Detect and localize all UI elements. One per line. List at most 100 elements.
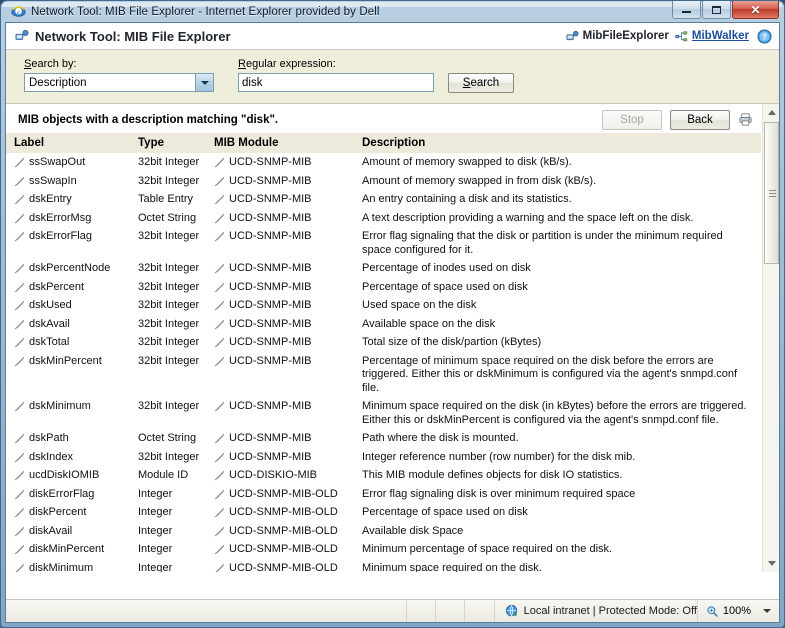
scroll-up-button[interactable]	[763, 104, 779, 121]
printer-icon[interactable]	[738, 112, 753, 127]
mib-object-label[interactable]: diskMinPercent	[29, 543, 104, 557]
mib-module-name[interactable]: UCD-SNMP-MIB	[229, 156, 312, 170]
table-row[interactable]: dskAvail32bit IntegerUCD-SNMP-MIBAvailab…	[6, 315, 761, 334]
results-vertical-scrollbar[interactable]	[762, 104, 779, 572]
mib-module-name[interactable]: UCD-SNMP-MIB	[229, 175, 312, 189]
mib-object-description: Percentage of minimum space required on …	[362, 355, 737, 394]
table-row[interactable]: dskMinimum32bit IntegerUCD-SNMP-MIBMinim…	[6, 397, 761, 429]
mib-object-label[interactable]: ssSwapOut	[29, 156, 85, 170]
column-header-label[interactable]: Label	[6, 133, 130, 153]
mib-module-name[interactable]: UCD-SNMP-MIB	[229, 355, 312, 369]
cell-module: UCD-SNMP-MIB	[206, 352, 354, 398]
mib-object-label[interactable]: dskErrorMsg	[29, 212, 91, 226]
mibwalker-link-group[interactable]: MibWalker	[675, 30, 749, 43]
mib-object-label[interactable]: dskIndex	[29, 451, 73, 465]
mib-object-label[interactable]: dskAvail	[29, 318, 70, 332]
stop-button[interactable]: Stop	[602, 110, 662, 130]
table-row[interactable]: dskPathOctet StringUCD-SNMP-MIBPath wher…	[6, 429, 761, 448]
table-row[interactable]: diskAvailIntegerUCD-SNMP-MIB-OLDAvailabl…	[6, 522, 761, 541]
svg-text:?: ?	[762, 31, 767, 41]
mib-object-label[interactable]: dskMinPercent	[29, 355, 102, 369]
table-row[interactable]: dskMinPercent 32bit Integer UCD-SNMP-MIB Pe…	[6, 352, 761, 398]
chevron-down-icon[interactable]	[763, 609, 771, 613]
column-header-mib-module[interactable]: MIB Module	[206, 133, 354, 153]
mib-module-name[interactable]: UCD-SNMP-MIB	[229, 451, 312, 465]
mib-module-name[interactable]: UCD-SNMP-MIB	[229, 432, 312, 446]
mib-module-name[interactable]: UCD-SNMP-MIB-OLD	[229, 525, 338, 539]
table-row[interactable]: ucdDiskIOMIBModule IDUCD-DISKIO-MIBThis …	[6, 466, 761, 485]
mib-object-label[interactable]: dskPercent	[29, 281, 84, 295]
tag-icon	[214, 176, 225, 187]
mib-module-name[interactable]: UCD-SNMP-MIB-OLD	[229, 488, 338, 502]
cell-module: UCD-SNMP-MIB	[206, 153, 354, 172]
mib-module-name[interactable]: UCD-SNMP-MIB-OLD	[229, 562, 338, 573]
maximize-button[interactable]	[702, 1, 731, 19]
mib-module-name[interactable]: UCD-SNMP-MIB	[229, 193, 312, 207]
mib-object-type: 32bit Integer	[138, 355, 199, 367]
table-row[interactable]: diskPercentIntegerUCD-SNMP-MIB-OLDPercen…	[6, 503, 761, 522]
mib-object-label[interactable]: ucdDiskIOMIB	[29, 469, 99, 483]
mib-object-label[interactable]: dskMinimum	[29, 400, 91, 414]
mib-object-description: Minimum space required on the disk (in k…	[362, 400, 747, 426]
table-row[interactable]: dskPercent32bit IntegerUCD-SNMP-MIBPerce…	[6, 278, 761, 297]
table-row[interactable]: dskEntryTable EntryUCD-SNMP-MIBAn entry …	[6, 190, 761, 209]
mib-object-label[interactable]: dskEntry	[29, 193, 72, 207]
security-zone-indicator[interactable]: Local intranet | Protected Mode: Off	[495, 604, 697, 618]
table-row[interactable]: dskPercentNode32bit IntegerUCD-SNMP-MIBP…	[6, 259, 761, 278]
cell-label: ssSwapIn	[6, 172, 130, 191]
mib-object-label[interactable]: diskErrorFlag	[29, 488, 94, 502]
tag-icon	[214, 526, 225, 537]
mib-object-label[interactable]: dskErrorFlag	[29, 230, 92, 244]
mib-module-name[interactable]: UCD-SNMP-MIB	[229, 299, 312, 313]
status-segment	[436, 600, 465, 622]
minimize-button[interactable]	[672, 1, 701, 19]
table-row[interactable]: diskErrorFlagIntegerUCD-SNMP-MIB-OLDErro…	[6, 485, 761, 504]
mib-object-label[interactable]: dskPath	[29, 432, 69, 446]
mib-module-name[interactable]: UCD-SNMP-MIB	[229, 212, 312, 226]
zoom-control[interactable]: 100%	[697, 600, 779, 622]
column-header-description[interactable]: Description	[354, 133, 761, 153]
table-row[interactable]: diskMinimumIntegerUCD-SNMP-MIB-OLDMinimu…	[6, 559, 761, 573]
mib-object-label[interactable]: diskPercent	[29, 506, 86, 520]
column-header-type[interactable]: Type	[130, 133, 206, 153]
table-row[interactable]: dskErrorMsgOctet StringUCD-SNMP-MIBA tex…	[6, 209, 761, 228]
tag-icon	[14, 300, 25, 311]
table-row[interactable]: dskUsed32bit IntegerUCD-SNMP-MIBUsed spa…	[6, 296, 761, 315]
tag-icon	[214, 337, 225, 348]
mib-module-name[interactable]: UCD-SNMP-MIB	[229, 318, 312, 332]
table-row[interactable]: ssSwapIn32bit IntegerUCD-SNMP-MIBAmount …	[6, 172, 761, 191]
mib-object-label[interactable]: diskAvail	[29, 525, 72, 539]
mib-module-name[interactable]: UCD-SNMP-MIB	[229, 281, 312, 295]
mib-object-label[interactable]: dskTotal	[29, 336, 69, 350]
mib-module-name[interactable]: UCD-SNMP-MIB	[229, 262, 312, 276]
mib-module-name[interactable]: UCD-SNMP-MIB	[229, 336, 312, 350]
mib-module-name[interactable]: UCD-SNMP-MIB-OLD	[229, 506, 338, 520]
table-row[interactable]: dskTotal32bit IntegerUCD-SNMP-MIBTotal s…	[6, 333, 761, 352]
table-row[interactable]: dskIndex32bit IntegerUCD-SNMP-MIBInteger…	[6, 448, 761, 467]
back-button[interactable]: Back	[670, 110, 730, 130]
search-button[interactable]: Search	[448, 73, 514, 93]
mib-object-label[interactable]: dskPercentNode	[29, 262, 110, 276]
search-by-select[interactable]: Description	[24, 73, 214, 92]
chevron-down-icon[interactable]	[195, 74, 213, 91]
table-row[interactable]: diskMinPercentIntegerUCD-SNMP-MIB-OLDMin…	[6, 540, 761, 559]
browser-window: e Network Tool: MIB File Explorer - Inte…	[0, 0, 785, 628]
mib-object-label[interactable]: diskMinimum	[29, 562, 93, 573]
mib-module-name[interactable]: UCD-DISKIO-MIB	[229, 469, 317, 483]
mib-module-name[interactable]: UCD-SNMP-MIB	[229, 230, 312, 244]
mibwalker-link[interactable]: MibWalker	[692, 30, 749, 42]
close-button[interactable]: ✕	[732, 1, 779, 19]
mib-module-name[interactable]: UCD-SNMP-MIB-OLD	[229, 543, 338, 557]
mib-object-label[interactable]: dskUsed	[29, 299, 72, 313]
mib-module-name[interactable]: UCD-SNMP-MIB	[229, 400, 312, 414]
help-icon[interactable]: ?	[757, 29, 772, 44]
scrollbar-thumb[interactable]	[764, 122, 779, 264]
table-row[interactable]: dskErrorFlag32bit IntegerUCD-SNMP-MIBErr…	[6, 227, 761, 259]
cell-label: ucdDiskIOMIB	[6, 466, 130, 485]
table-row[interactable]: ssSwapOut32bit IntegerUCD-SNMP-MIBAmount…	[6, 153, 761, 172]
results-title: MIB objects with a description matching …	[18, 114, 278, 126]
mib-object-label[interactable]: ssSwapIn	[29, 175, 77, 189]
scroll-down-button[interactable]	[763, 555, 779, 572]
mib-object-type: Integer	[138, 543, 172, 555]
regex-input[interactable]	[238, 73, 434, 92]
